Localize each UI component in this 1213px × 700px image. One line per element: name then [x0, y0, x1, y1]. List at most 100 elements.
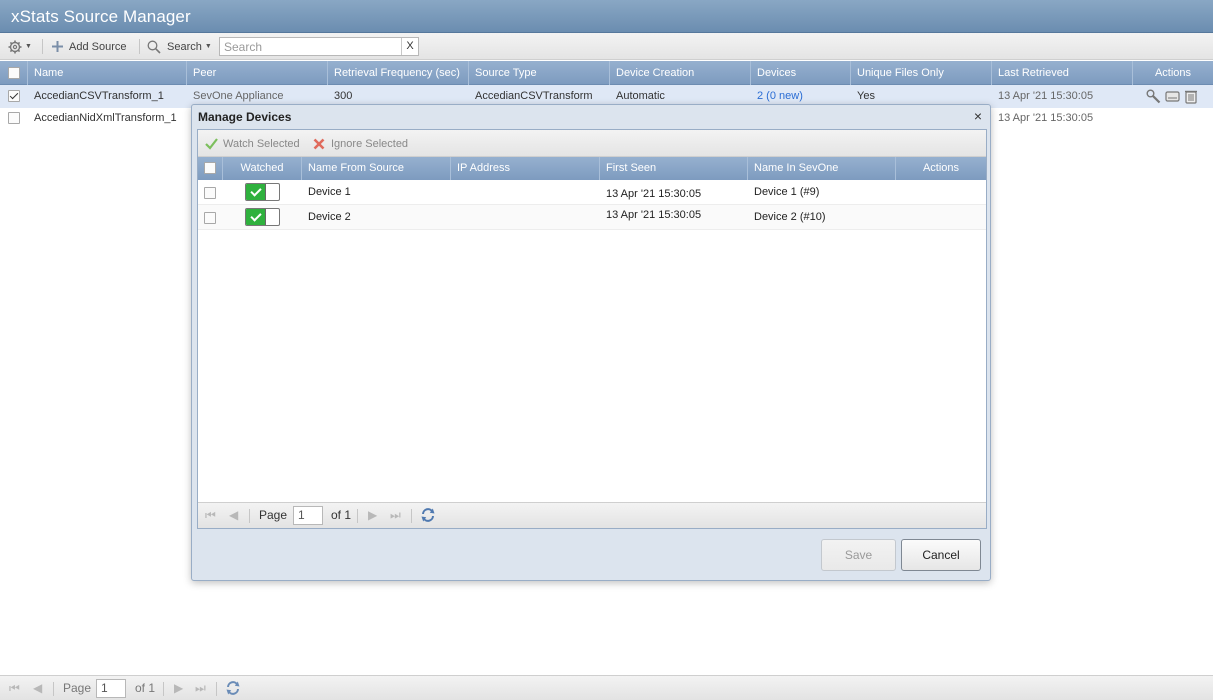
refresh-button[interactable] — [420, 503, 436, 527]
toolbar-separator — [139, 39, 140, 54]
previous-page-icon: ◀ — [33, 681, 43, 695]
last-page-icon: ⏭ — [390, 507, 401, 522]
add-source-button[interactable]: Add Source — [52, 33, 126, 60]
toolbar-separator — [42, 39, 43, 54]
first-page-button[interactable]: ⏮ — [9, 676, 20, 700]
device-name-from-source: Device 1 — [308, 186, 351, 198]
pager-separator — [357, 509, 358, 523]
device-ip-address — [451, 180, 457, 205]
first-page-button[interactable]: ⏮ — [205, 503, 216, 527]
page-count-label: of 1 — [331, 508, 352, 522]
app-title-bar: xStats Source Manager — [0, 0, 1213, 33]
column-header-name-from-source[interactable]: Name From Source — [302, 157, 451, 180]
ignore-selected-button[interactable]: Ignore Selected — [313, 130, 408, 157]
chevron-down-icon: ▼ — [204, 43, 212, 50]
device-icon[interactable] — [1165, 89, 1180, 104]
wrench-icon[interactable] — [1146, 89, 1161, 104]
next-page-button[interactable]: ▶ — [368, 503, 377, 527]
last-page-button[interactable]: ⏭ — [390, 503, 401, 527]
gear-icon — [8, 40, 22, 53]
source-name: AccedianNidXmlTransform_1 — [34, 112, 177, 124]
table-row[interactable]: Device 1 13 Apr '21 15:30:05 Device 1 (#… — [198, 180, 986, 205]
previous-page-icon: ◀ — [229, 508, 239, 522]
save-button[interactable]: Save — [821, 539, 896, 571]
column-header-name[interactable]: Name — [28, 61, 187, 85]
search-icon — [147, 40, 161, 54]
column-header-last-retrieved[interactable]: Last Retrieved — [992, 61, 1133, 85]
next-page-icon: ▶ — [368, 508, 378, 522]
cancel-button[interactable]: Cancel — [901, 539, 981, 571]
search-box: X — [219, 37, 419, 56]
table-row[interactable]: Device 2 13 Apr '21 15:30:05 Device 2 (#… — [198, 205, 986, 230]
search-menu-label: Search — [167, 40, 202, 53]
column-header-unique-files-only[interactable]: Unique Files Only — [851, 61, 992, 85]
device-first-seen: 13 Apr '21 15:30:05 — [606, 209, 702, 221]
watched-toggle[interactable] — [245, 183, 280, 201]
previous-page-button[interactable]: ◀ — [229, 503, 238, 527]
app-title: xStats Source Manager — [11, 7, 191, 26]
devices-grid-header: Watched Name From Source IP Address Firs… — [198, 157, 986, 180]
last-retrieved: 13 Apr '21 15:30:05 — [998, 90, 1094, 102]
page-count-label: of 1 — [135, 681, 156, 695]
previous-page-button[interactable]: ◀ — [33, 676, 42, 700]
close-x-icon — [313, 138, 325, 149]
row-checkbox[interactable] — [204, 212, 216, 224]
manage-devices-dialog: Manage Devices × Watch Selected Ignore S… — [191, 104, 991, 581]
last-page-icon: ⏭ — [195, 680, 206, 695]
row-checkbox[interactable] — [204, 187, 216, 199]
device-name-in-sevone: Device 1 (#9) — [754, 186, 820, 198]
page-number-input[interactable] — [293, 505, 323, 525]
check-icon — [205, 137, 218, 150]
pager-separator — [216, 682, 217, 696]
add-source-label: Add Source — [69, 40, 127, 53]
select-all-cell — [198, 157, 223, 180]
column-header-device-creation[interactable]: Device Creation — [610, 61, 751, 85]
first-page-icon: ⏮ — [205, 507, 216, 522]
column-header-devices[interactable]: Devices — [751, 61, 851, 85]
select-all-cell — [0, 61, 28, 85]
column-header-first-seen[interactable]: First Seen — [600, 157, 748, 180]
check-icon — [246, 184, 266, 200]
search-input[interactable] — [220, 38, 400, 55]
column-header-name-in-sevone[interactable]: Name In SevOne — [748, 157, 896, 180]
page-number-field — [293, 503, 323, 527]
column-header-retrieval-frequency[interactable]: Retrieval Frequency (sec) — [328, 61, 469, 85]
pager-separator — [163, 682, 164, 696]
search-menu-button[interactable]: Search ▼ — [147, 33, 212, 60]
plus-icon — [52, 41, 63, 52]
column-header-source-type[interactable]: Source Type — [469, 61, 610, 85]
device-name-in-sevone: Device 2 (#10) — [754, 211, 826, 223]
column-header-ip-address[interactable]: IP Address — [451, 157, 600, 180]
select-all-checkbox[interactable] — [8, 67, 20, 79]
settings-menu-button[interactable]: ▼ — [8, 33, 32, 60]
close-icon[interactable]: × — [974, 108, 982, 124]
first-page-icon: ⏮ — [9, 680, 20, 695]
clear-search-button[interactable]: X — [401, 38, 418, 55]
next-page-icon: ▶ — [174, 681, 184, 695]
row-actions — [1146, 89, 1198, 104]
dialog-title: Manage Devices — [198, 110, 292, 124]
column-header-watched[interactable]: Watched — [223, 157, 302, 180]
last-page-button[interactable]: ⏭ — [195, 676, 206, 700]
device-ip-address — [451, 205, 457, 230]
devices-panel: Watch Selected Ignore Selected Watched N… — [197, 129, 987, 529]
refresh-button[interactable] — [225, 676, 241, 700]
main-pager: ⏮ ◀ Page of 1 ▶ ⏭ — [0, 675, 1213, 700]
row-checkbox[interactable] — [8, 112, 20, 124]
watched-toggle[interactable] — [245, 208, 280, 226]
chevron-down-icon: ▼ — [25, 43, 32, 50]
pager-separator — [249, 509, 250, 523]
select-all-devices-checkbox[interactable] — [204, 162, 216, 174]
trash-icon[interactable] — [1184, 89, 1198, 104]
device-name-from-source: Device 2 — [308, 211, 351, 223]
row-checkbox[interactable] — [8, 90, 20, 102]
main-toolbar: ▼ Add Source Search ▼ — [0, 33, 1213, 60]
page-number-input[interactable] — [96, 678, 126, 698]
page-number-field — [96, 676, 126, 700]
column-header-peer[interactable]: Peer — [187, 61, 328, 85]
source-name: AccedianCSVTransform_1 — [34, 90, 164, 102]
page-label: Page — [63, 681, 92, 695]
next-page-button[interactable]: ▶ — [174, 676, 183, 700]
column-header-actions: Actions — [922, 162, 960, 174]
watch-selected-button[interactable]: Watch Selected — [205, 130, 300, 157]
